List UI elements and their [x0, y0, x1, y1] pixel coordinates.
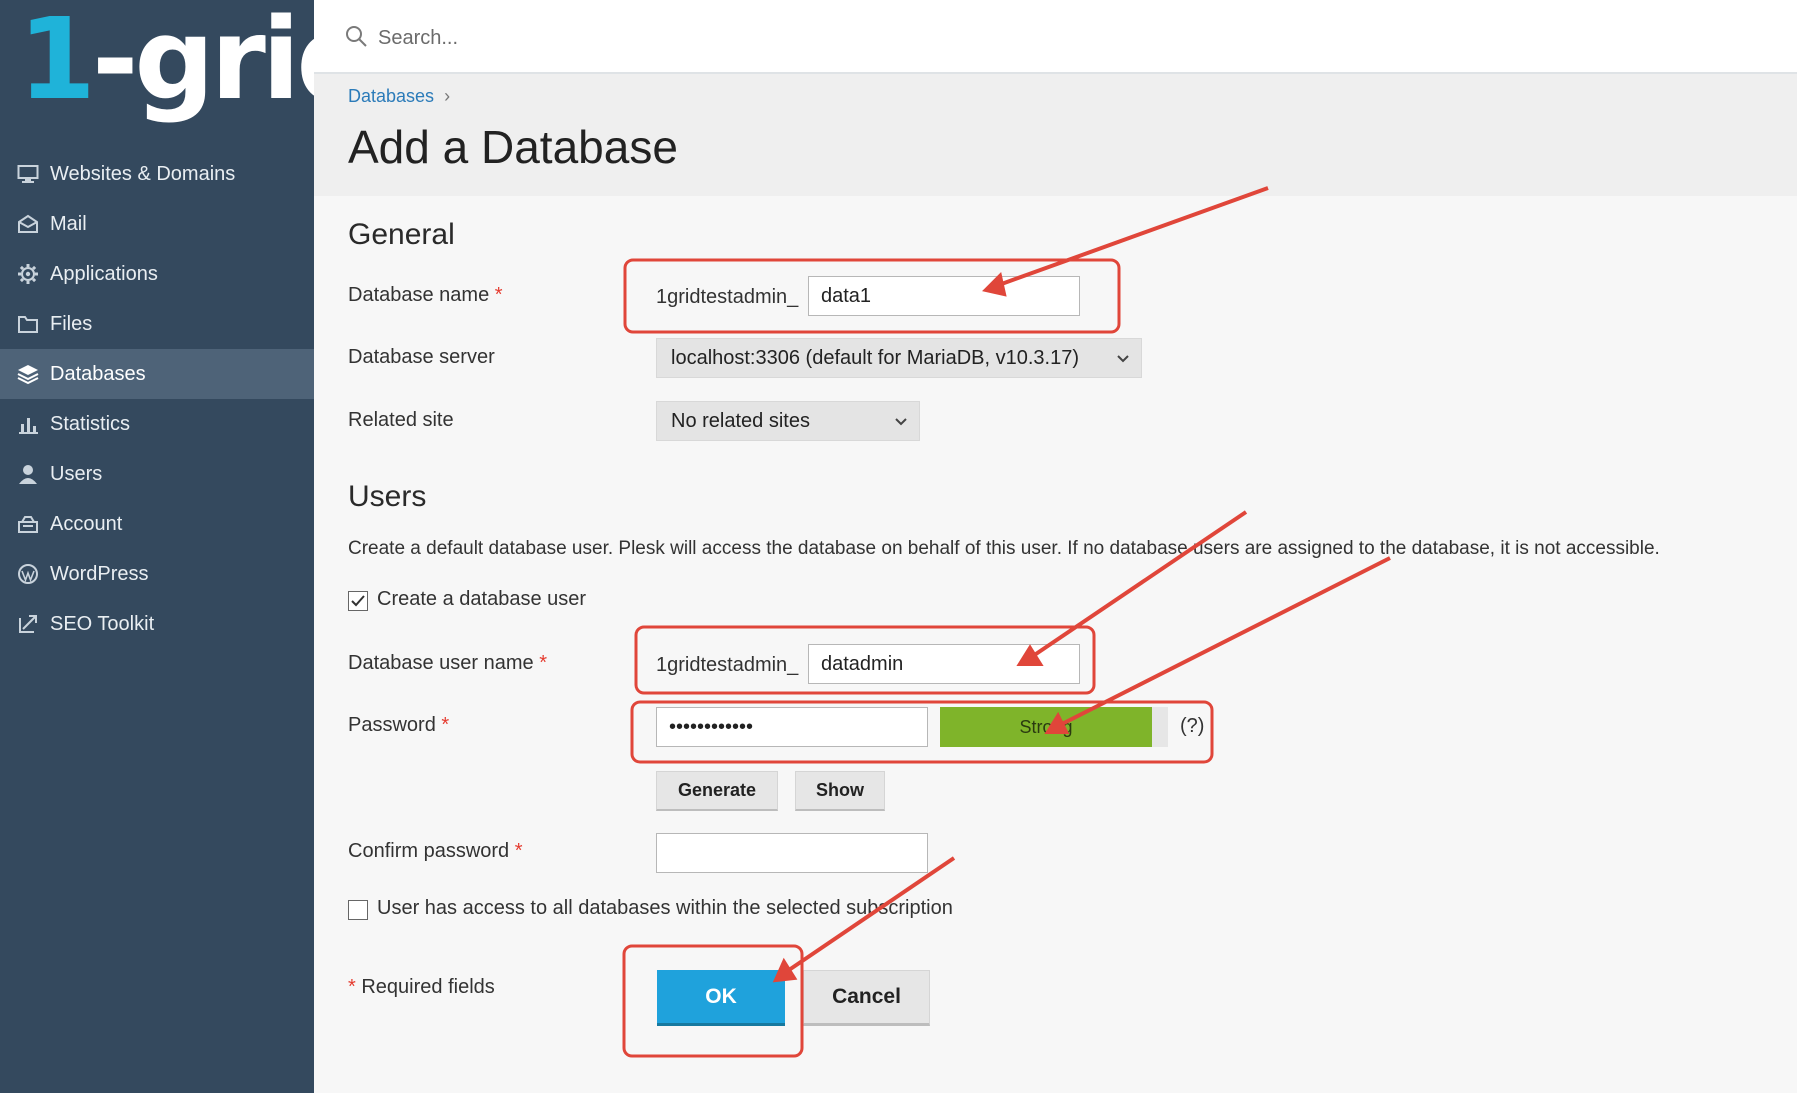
folder-icon: [14, 313, 42, 335]
sidebar-item-label: Files: [50, 312, 93, 335]
chevron-down-icon: [1115, 349, 1131, 372]
sidebar-item-users[interactable]: Users: [0, 449, 314, 499]
main-form: General Database name * 1gridtestadmin_ …: [314, 196, 1797, 1093]
password-label: Password *: [348, 714, 450, 736]
db-server-value: localhost:3306 (default for MariaDB, v10…: [671, 346, 1079, 369]
sidebar-item-mail[interactable]: Mail: [0, 199, 314, 249]
ok-button[interactable]: OK: [657, 970, 785, 1026]
account-icon: [14, 513, 42, 535]
logo-one: 1: [18, 0, 96, 125]
required-mark: *: [539, 652, 548, 674]
related-site-label: Related site: [348, 409, 454, 431]
database-icon: [14, 363, 42, 385]
sidebar: 1-grid Websites & Domains Mail Applicati…: [0, 0, 376, 1093]
users-section-title: Users: [348, 480, 427, 513]
db-user-prefix: 1gridtestadmin_: [656, 654, 799, 676]
create-user-label: Create a database user: [377, 588, 587, 610]
required-mark: *: [494, 284, 503, 306]
search-icon: [344, 24, 368, 53]
monitor-icon: [14, 163, 42, 185]
db-user-name-label: Database user name *: [348, 652, 548, 674]
sidebar-item-label: Statistics: [50, 412, 131, 435]
access-all-label: User has access to all databases within …: [377, 897, 953, 919]
required-fields-note: * Required fields: [348, 976, 495, 998]
breadcrumb-databases-link[interactable]: Databases: [348, 86, 434, 107]
gear-icon: [14, 263, 42, 285]
related-site-value: No related sites: [671, 409, 810, 432]
confirm-password-input[interactable]: [656, 833, 928, 873]
db-server-label: Database server: [348, 346, 495, 368]
sidebar-item-label: Users: [50, 462, 103, 485]
bar-chart-icon: [14, 413, 42, 435]
create-user-checkbox[interactable]: [348, 591, 368, 611]
search-input[interactable]: [378, 27, 978, 50]
breadcrumb: Databases ›: [348, 86, 450, 107]
page-title: Add a Database: [348, 121, 678, 173]
db-name-label: Database name *: [348, 284, 503, 306]
password-input[interactable]: ••••••••••••: [656, 707, 928, 747]
sidebar-item-websites-domains[interactable]: Websites & Domains: [0, 149, 314, 199]
sidebar-nav: Websites & Domains Mail Applications Fil…: [0, 149, 314, 649]
sidebar-item-label: Mail: [50, 212, 87, 235]
password-dots: ••••••••••••: [669, 715, 754, 738]
sidebar-item-databases[interactable]: Databases: [0, 349, 314, 399]
show-button[interactable]: Show: [795, 771, 885, 811]
db-name-input[interactable]: [808, 276, 1080, 316]
general-section-title: General: [348, 218, 455, 251]
seo-icon: [14, 613, 42, 635]
mail-icon: [14, 213, 42, 235]
db-name-prefix: 1gridtestadmin_: [656, 286, 799, 308]
db-server-select[interactable]: localhost:3306 (default for MariaDB, v10…: [656, 338, 1142, 378]
sidebar-item-applications[interactable]: Applications: [0, 249, 314, 299]
sidebar-item-label: SEO Toolkit: [50, 612, 155, 635]
sidebar-item-account[interactable]: Account: [0, 499, 314, 549]
breadcrumb-separator: ›: [444, 86, 451, 106]
page-header: Databases › Add a Database: [314, 74, 1797, 196]
required-mark: *: [441, 714, 450, 736]
strength-meter-track: [1152, 707, 1168, 747]
logo[interactable]: 1-grid: [18, 4, 376, 138]
db-user-name-input[interactable]: [808, 644, 1080, 684]
checkmark-icon: [351, 595, 365, 607]
password-help-link[interactable]: (?): [1180, 715, 1204, 738]
cancel-button[interactable]: Cancel: [803, 970, 930, 1026]
sidebar-item-label: Account: [50, 512, 123, 535]
generate-button[interactable]: Generate: [656, 771, 778, 811]
sidebar-item-label: WordPress: [50, 562, 149, 585]
password-strength-meter: Strong: [940, 707, 1152, 747]
user-icon: [14, 463, 42, 485]
access-all-checkbox[interactable]: [348, 900, 368, 920]
sidebar-item-label: Applications: [50, 262, 158, 285]
required-mark: *: [514, 840, 523, 862]
related-site-select[interactable]: No related sites: [656, 401, 920, 441]
sidebar-item-label: Websites & Domains: [50, 162, 236, 185]
users-description: Create a default database user. Plesk wi…: [348, 538, 1660, 559]
chevron-down-icon: [893, 412, 909, 435]
sidebar-item-seo-toolkit[interactable]: SEO Toolkit: [0, 599, 314, 649]
sidebar-item-label: Databases: [50, 362, 146, 385]
sidebar-item-wordpress[interactable]: WordPress: [0, 549, 314, 599]
wordpress-icon: [14, 563, 42, 585]
sidebar-item-statistics[interactable]: Statistics: [0, 399, 314, 449]
sidebar-item-files[interactable]: Files: [0, 299, 314, 349]
top-search-bar: [314, 4, 1797, 74]
confirm-password-label: Confirm password *: [348, 840, 523, 862]
